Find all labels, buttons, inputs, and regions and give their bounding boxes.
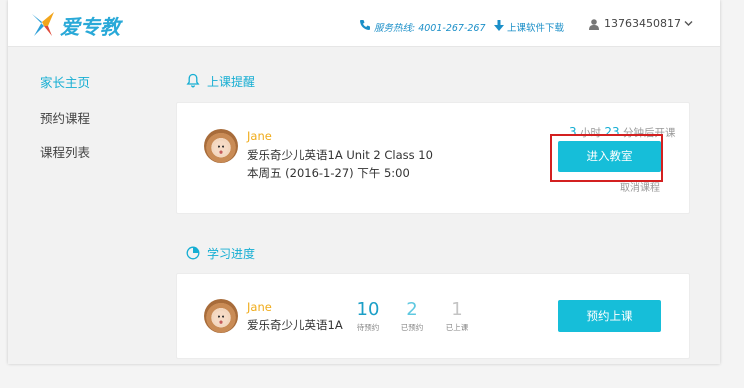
course-info: 爱乐奇少儿英语1A Unit 2 Class 10	[247, 148, 433, 162]
student-name: Jane	[247, 300, 272, 314]
student-name: Jane	[247, 129, 272, 143]
cancel-course-link[interactable]: 取消课程	[620, 179, 660, 194]
logo-icon[interactable]	[30, 10, 56, 38]
user-icon	[589, 19, 599, 30]
reminder-title-text: 上课提醒	[207, 75, 256, 89]
app-window: 爱专教 服务热线: 4001-267-267 上课软件下载 1376345081…	[8, 0, 720, 364]
download-icon	[494, 20, 504, 31]
stat-pending-label: 待预约	[356, 323, 380, 332]
sidebar-item-book-course[interactable]: 预约课程	[40, 108, 90, 127]
stat-booked: 2 已预约	[392, 300, 432, 333]
book-class-button[interactable]: 预约上课	[558, 300, 661, 332]
student-avatar	[204, 299, 238, 333]
top-header: 爱专教 服务热线: 4001-267-267 上课软件下载 1376345081…	[8, 0, 720, 47]
sidebar-item-home[interactable]: 家长主页	[40, 72, 90, 91]
stat-booked-value: 2	[406, 299, 418, 320]
stat-attended: 1 已上课	[437, 300, 477, 333]
stat-attended-value: 1	[451, 299, 463, 320]
stat-booked-label: 已预约	[400, 323, 424, 332]
username: 13763450817	[604, 17, 681, 30]
download-label: 上课软件下载	[507, 23, 565, 34]
learning-progress-card: Jane 爱乐奇少儿英语1A 10 待预约 2 已预约 1 已上课 预约上课	[176, 273, 690, 359]
brand-name[interactable]: 爱专教	[60, 11, 120, 40]
phone-icon	[360, 20, 370, 30]
class-time: 本周五 (2016-1-27) 下午 5:00	[247, 166, 410, 180]
stat-pending-value: 10	[356, 299, 380, 320]
stat-attended-label: 已上课	[445, 323, 469, 332]
enter-classroom-button[interactable]: 进入教室	[558, 141, 661, 172]
bell-icon	[186, 73, 200, 88]
stat-pending: 10 待预约	[348, 300, 388, 333]
pie-chart-icon	[186, 246, 200, 260]
sidebar-item-course-list[interactable]: 课程列表	[40, 142, 90, 161]
chevron-down-icon[interactable]	[684, 20, 693, 27]
progress-title-text: 学习进度	[207, 247, 256, 261]
course-name: 爱乐奇少儿英语1A	[247, 318, 343, 332]
hotline-text: 服务热线: 4001-267-267	[374, 23, 486, 34]
student-avatar	[204, 129, 238, 163]
class-reminder-card: Jane 爱乐奇少儿英语1A Unit 2 Class 10 本周五 (2016…	[176, 102, 690, 214]
